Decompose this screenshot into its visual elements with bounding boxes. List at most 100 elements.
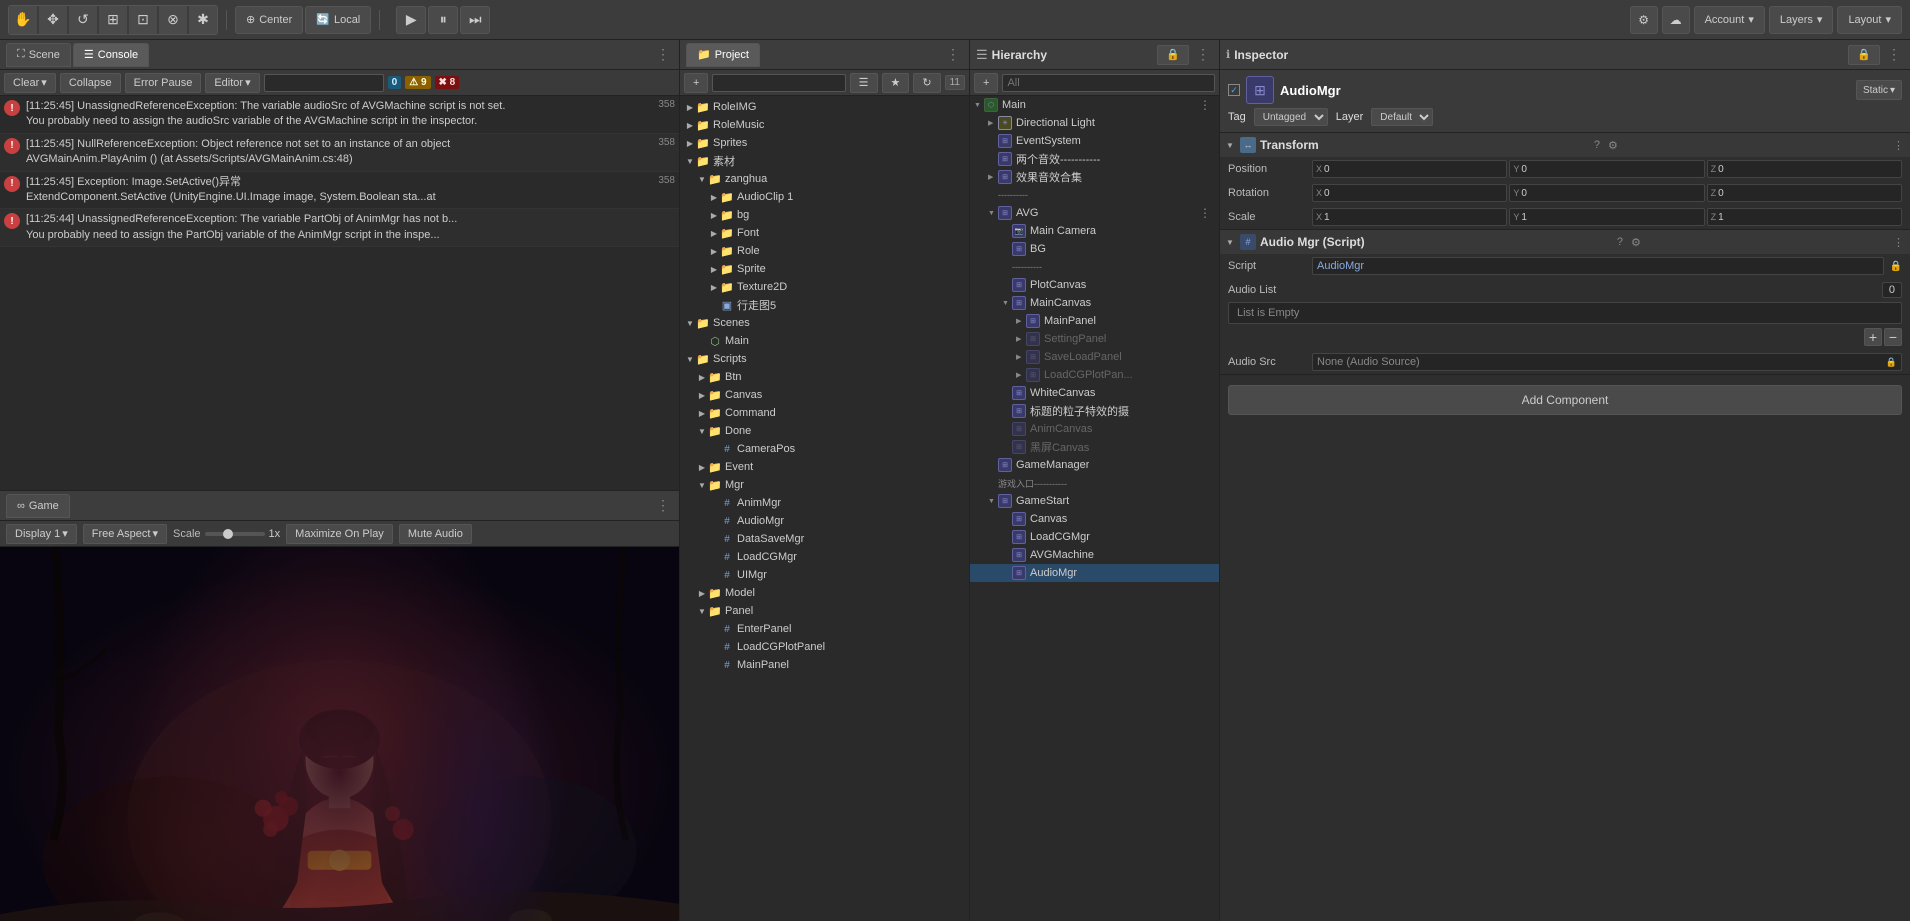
rot-y-field[interactable]: Y 0 — [1509, 184, 1704, 202]
scale-tool[interactable]: ⊞ — [99, 6, 127, 34]
mute-button[interactable]: Mute Audio — [399, 524, 472, 544]
list-item[interactable]: ⊞ BG — [970, 240, 1219, 258]
list-item[interactable]: ⊞ Canvas — [970, 510, 1219, 528]
avg-more[interactable]: ⋮ — [1195, 203, 1215, 223]
list-item[interactable]: ⊞ AudioMgr — [970, 564, 1219, 582]
console-entry[interactable]: ! [11:25:45] UnassignedReferenceExceptio… — [0, 96, 679, 134]
layout-button[interactable]: Layout ▾ — [1837, 6, 1902, 34]
list-item[interactable]: # AnimMgr — [680, 494, 969, 512]
aspect-button[interactable]: Free Aspect ▾ — [83, 524, 167, 544]
lock-insp-button[interactable]: 🔒 — [1848, 45, 1880, 65]
console-entry[interactable]: ! [11:25:45] NullReferenceException: Obj… — [0, 134, 679, 172]
list-item[interactable]: ▼ ⊞ MainCanvas — [970, 294, 1219, 312]
list-item[interactable]: ▼ ⊞ GameStart — [970, 492, 1219, 510]
static-button[interactable]: Static ▾ — [1856, 80, 1902, 100]
scale-x-field[interactable]: X 1 — [1312, 208, 1507, 226]
list-item[interactable]: ⊞ 黑屏Canvas — [970, 438, 1219, 456]
script-value-field[interactable]: AudioMgr — [1312, 257, 1884, 275]
editor-button[interactable]: Editor ▾ — [205, 73, 259, 93]
list-item[interactable]: ⊞ AVGMachine — [970, 546, 1219, 564]
main-more[interactable]: ⋮ — [1195, 96, 1215, 115]
tag-dropdown[interactable]: Untagged — [1254, 108, 1328, 126]
move-tool[interactable]: ✥ — [39, 6, 67, 34]
add-asset-button[interactable]: + — [684, 73, 708, 93]
list-item[interactable]: ⊞ GameManager — [970, 456, 1219, 474]
list-item[interactable]: ▶ ⊞ SaveLoadPanel — [970, 348, 1219, 366]
list-item[interactable]: ▼ 📁 Scenes — [680, 314, 969, 332]
tab-console[interactable]: ☰ Console — [73, 43, 149, 67]
project-search-input[interactable] — [712, 74, 845, 92]
list-item[interactable]: ▶ 📁 Canvas — [680, 386, 969, 404]
list-item[interactable]: ▶ 📁 Event — [680, 458, 969, 476]
account-button[interactable]: Account ▾ — [1694, 6, 1765, 34]
layers-button[interactable]: Layers ▾ — [1769, 6, 1834, 34]
error-pause-button[interactable]: Error Pause — [125, 73, 202, 93]
layer-dropdown[interactable]: Default — [1371, 108, 1433, 126]
hand-tool[interactable]: ✋ — [9, 6, 37, 34]
project-more-button[interactable]: ⋮ — [943, 45, 963, 65]
transform-help[interactable]: ? — [1594, 139, 1600, 151]
transform-tool[interactable]: ⊗ — [159, 6, 187, 34]
list-item[interactable]: # DataSaveMgr — [680, 530, 969, 548]
list-item[interactable]: # EnterPanel — [680, 620, 969, 638]
list-item[interactable]: # LoadCGMgr — [680, 548, 969, 566]
console-entry[interactable]: ! [11:25:44] UnassignedReferenceExceptio… — [0, 209, 679, 247]
list-item[interactable]: ⊞ LoadCGMgr — [970, 528, 1219, 546]
list-item[interactable]: ▼ 📁 Done — [680, 422, 969, 440]
list-item[interactable]: ▼ ⊞ AVG ⋮ — [970, 204, 1219, 222]
collab-button[interactable]: ⚙ — [1630, 6, 1658, 34]
list-item[interactable]: ▶ 📁 Font — [680, 224, 969, 242]
list-item[interactable]: ▶ ☀ Directional Light — [970, 114, 1219, 132]
list-item[interactable]: ▼ ⬡ Main ⋮ — [970, 96, 1219, 114]
list-item[interactable]: ▶ 📁 Command — [680, 404, 969, 422]
script-settings[interactable]: ⚙ — [1631, 236, 1641, 249]
center-button[interactable]: ⊕ Center — [235, 6, 303, 34]
add-component-button[interactable]: Add Component — [1228, 385, 1902, 415]
list-item[interactable]: ▼ 📁 Panel — [680, 602, 969, 620]
play-button[interactable]: ▶ — [396, 6, 426, 34]
list-item[interactable]: # LoadCGPlotPanel — [680, 638, 969, 656]
custom-tool[interactable]: ✱ — [189, 6, 217, 34]
scale-slider[interactable] — [205, 532, 265, 536]
list-item[interactable]: ▶ 📁 Role — [680, 242, 969, 260]
script-section-header[interactable]: ▼ # Audio Mgr (Script) ? ⚙ ⋮ — [1220, 230, 1910, 254]
list-item[interactable]: ⊞ WhiteCanvas — [970, 384, 1219, 402]
remove-audio-button[interactable]: − — [1884, 328, 1902, 346]
list-item[interactable]: ▣ 行走图5 — [680, 296, 969, 314]
list-item[interactable]: ▶ 📁 Sprite — [680, 260, 969, 278]
transform-section-header[interactable]: ▼ ↔ Transform ? ⚙ ⋮ — [1220, 133, 1910, 157]
list-item[interactable]: # UIMgr — [680, 566, 969, 584]
cloud-button[interactable]: ☁ — [1662, 6, 1690, 34]
list-item[interactable]: ⊞ AnimCanvas — [970, 420, 1219, 438]
maximize-button[interactable]: Maximize On Play — [286, 524, 393, 544]
list-item[interactable]: ▶ 📁 Texture2D — [680, 278, 969, 296]
tab-scene[interactable]: ⛶ Scene — [6, 43, 71, 67]
list-item[interactable]: ▼ 📁 Mgr — [680, 476, 969, 494]
list-item[interactable]: ⬡ Main — [680, 332, 969, 350]
transform-settings[interactable]: ⚙ — [1608, 139, 1618, 152]
step-button[interactable]: ⏭ — [460, 6, 490, 34]
list-item[interactable]: ▶ ⊞ MainPanel — [970, 312, 1219, 330]
pos-y-field[interactable]: Y 0 — [1509, 160, 1704, 178]
list-item[interactable]: ▼ 📁 素材 — [680, 152, 969, 170]
scale-y-field[interactable]: Y 1 — [1509, 208, 1704, 226]
rect-tool[interactable]: ⊡ — [129, 6, 157, 34]
list-item[interactable]: ▼ 📁 zanghua — [680, 170, 969, 188]
list-item[interactable]: ▶ ⊞ 效果音效合集 — [970, 168, 1219, 186]
filter-button[interactable]: ☰ — [850, 73, 878, 93]
list-item[interactable]: ▶ 📁 Btn — [680, 368, 969, 386]
console-more-button[interactable]: ⋮ — [653, 45, 673, 65]
rot-z-field[interactable]: Z 0 — [1707, 184, 1902, 202]
active-checkbox[interactable]: ✓ — [1228, 84, 1240, 96]
list-item[interactable]: ⊞ 两个音效----------- — [970, 150, 1219, 168]
console-search-input[interactable] — [264, 74, 384, 92]
list-item[interactable]: ▶ ⊞ SettingPanel — [970, 330, 1219, 348]
hier-more-button[interactable]: ⋮ — [1193, 45, 1213, 65]
scale-z-field[interactable]: Z 1 — [1707, 208, 1902, 226]
script-help[interactable]: ? — [1617, 236, 1623, 248]
list-item[interactable]: # CameraPos — [680, 440, 969, 458]
audio-src-field[interactable]: None (Audio Source) 🔒 — [1312, 353, 1902, 371]
pos-z-field[interactable]: Z 0 — [1707, 160, 1902, 178]
script-more[interactable]: ⋮ — [1893, 236, 1904, 249]
list-item[interactable]: ▶ 📁 RoleIMG — [680, 98, 969, 116]
